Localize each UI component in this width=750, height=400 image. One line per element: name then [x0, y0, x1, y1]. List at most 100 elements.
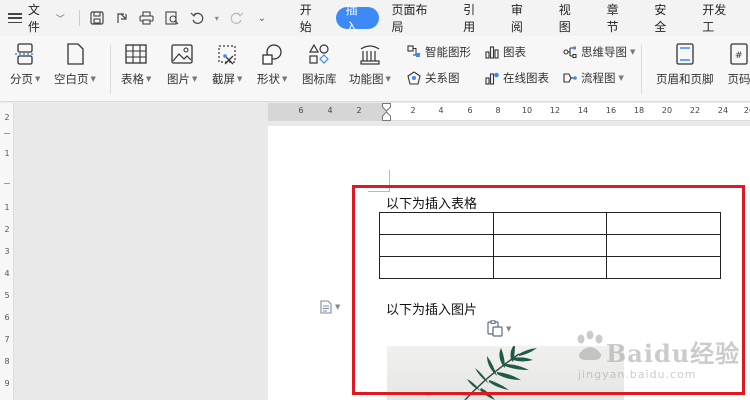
tab-developer[interactable]: 开发工	[690, 3, 750, 34]
ruler-number: 8	[4, 357, 10, 366]
icon-library-icon	[307, 42, 331, 66]
export-icon[interactable]	[114, 10, 130, 26]
icon-library-button[interactable]: 图标库	[302, 36, 337, 87]
paragraph-options-button[interactable]: ▼	[320, 300, 340, 314]
tab-security[interactable]: 安全	[642, 3, 690, 34]
mind-map-icon	[562, 45, 577, 60]
redo-icon[interactable]	[229, 10, 245, 26]
dropdown-arrow-icon: ▼	[146, 75, 152, 83]
document-icon	[320, 300, 332, 314]
ruler-number: 4	[327, 106, 333, 115]
undo-icon[interactable]	[189, 10, 205, 26]
dropdown-arrow-icon: ▼	[282, 75, 288, 83]
dropdown-arrow-icon: ▼	[35, 75, 41, 83]
ruler-number: 9	[4, 379, 10, 388]
smart-graphic-button[interactable]: 智能图形	[406, 44, 471, 60]
flowchart-button[interactable]: 流程图 ▼	[562, 70, 624, 86]
shapes-button[interactable]: 形状 ▼	[257, 36, 287, 87]
shapes-label: 形状	[257, 72, 280, 86]
ruler-number: 6	[467, 106, 473, 115]
screenshot-icon	[215, 42, 239, 66]
table-button[interactable]: 表格 ▼	[121, 36, 151, 87]
dropdown-arrow-icon: ▼	[237, 75, 243, 83]
ruler-number: 1	[4, 149, 10, 158]
ruler-number: 10	[521, 106, 533, 115]
online-chart-icon	[484, 71, 499, 86]
tab-page-layout[interactable]: 页面布局	[379, 3, 451, 34]
insert-ribbon: 分页 ▼ 空白页 ▼ 表格 ▼ 图片 ▼ 截屏 ▼ 形状 ▼ 图标库 功能图 ▼…	[0, 36, 750, 102]
online-chart-button[interactable]: 在线图表	[484, 70, 549, 86]
print-preview-icon[interactable]	[164, 10, 180, 26]
watermark-url: jingyan.baidu.com	[578, 368, 697, 381]
flowchart-icon	[562, 71, 577, 86]
save-icon[interactable]	[89, 10, 105, 26]
ruler-number: 6	[298, 106, 304, 115]
online-chart-label: 在线图表	[503, 71, 549, 85]
dropdown-arrow-icon: ▼	[192, 75, 198, 83]
table-icon	[124, 42, 148, 66]
ruler-number: 26	[743, 106, 750, 115]
page-break-icon	[13, 42, 37, 66]
mind-map-label: 思维导图	[581, 45, 627, 59]
dropdown-arrow-icon: ▼	[618, 74, 624, 82]
header-footer-label: 页眉和页脚	[656, 72, 714, 86]
tab-references[interactable]: 引用	[451, 3, 499, 34]
screenshot-button[interactable]: 截屏 ▼	[212, 36, 242, 87]
chart-button[interactable]: 图表	[484, 44, 526, 60]
blank-page-icon	[63, 42, 87, 66]
relation-chart-button[interactable]: 关系图	[406, 70, 460, 86]
ruler-number: 5	[4, 291, 10, 300]
screenshot-label: 截屏	[212, 72, 235, 86]
page-break-label: 分页	[10, 72, 33, 86]
ruler-number: 4	[438, 106, 444, 115]
page-number-label: 页码	[727, 72, 750, 86]
picture-label: 图片	[167, 72, 190, 86]
indent-marker-icon[interactable]	[382, 103, 391, 121]
print-icon[interactable]	[139, 10, 155, 26]
file-menu-label: 文件	[27, 3, 40, 34]
ruler-number: 18	[633, 106, 645, 115]
ruler-number: 12	[549, 106, 561, 115]
function-chart-label: 功能图	[349, 72, 384, 86]
ruler-number: 2	[4, 225, 10, 234]
relation-chart-label: 关系图	[425, 71, 460, 85]
ruler-number: 16	[605, 106, 617, 115]
ruler-number: 20	[661, 106, 673, 115]
tab-sections[interactable]: 章节	[595, 3, 643, 34]
function-chart-button[interactable]: 功能图 ▼	[349, 36, 391, 87]
blank-page-button[interactable]: 空白页 ▼	[54, 36, 96, 87]
watermark-text: Baidu经验	[606, 339, 741, 368]
tab-review[interactable]: 审阅	[499, 3, 547, 34]
ruler-tick	[4, 183, 10, 184]
file-menu-button[interactable]: 文件 ﹀	[0, 0, 73, 36]
tab-home[interactable]: 开始	[288, 3, 336, 34]
undo-dropdown-icon[interactable]: ▾	[214, 10, 220, 26]
page-break-button[interactable]: 分页 ▼	[10, 36, 40, 87]
ribbon-tabs: 开始 插入 页面布局 引用 审阅 视图 章节 安全 开发工	[288, 3, 750, 34]
ruler-number: 2	[4, 113, 10, 122]
dropdown-arrow-icon: ▼	[630, 48, 636, 56]
ruler-number: 3	[4, 247, 10, 256]
ruler-number: 6	[4, 313, 10, 322]
tab-insert[interactable]: 插入	[335, 3, 380, 34]
chart-icon	[484, 45, 499, 60]
chart-label: 图表	[503, 45, 526, 59]
header-footer-button[interactable]: 页眉和页脚	[656, 36, 714, 87]
tab-view[interactable]: 视图	[547, 3, 595, 34]
function-chart-icon	[358, 42, 382, 66]
page-number-button[interactable]: # 页码	[727, 36, 750, 87]
flowchart-label: 流程图	[581, 71, 616, 85]
quick-access-toolbar: ▾ ⌄	[73, 10, 270, 26]
picture-button[interactable]: 图片 ▼	[167, 36, 197, 87]
wps-writer-window: 文件 ﹀ ▾ ⌄ 开始 插入 页面布局 引用 审阅 视图 章节 安全 开发工 分…	[0, 0, 750, 400]
page-number-icon: #	[727, 42, 750, 66]
shapes-icon	[260, 42, 284, 66]
customize-toolbar-icon[interactable]: ⌄	[254, 10, 270, 26]
paw-logo-icon	[577, 330, 603, 361]
chevron-down-icon: ﹀	[55, 14, 65, 25]
ruler-number: 1	[4, 203, 10, 212]
divider	[110, 44, 111, 94]
ruler-number: 24	[717, 106, 729, 115]
mind-map-button[interactable]: 思维导图 ▼	[562, 44, 635, 60]
dropdown-arrow-icon: ▼	[385, 75, 391, 83]
